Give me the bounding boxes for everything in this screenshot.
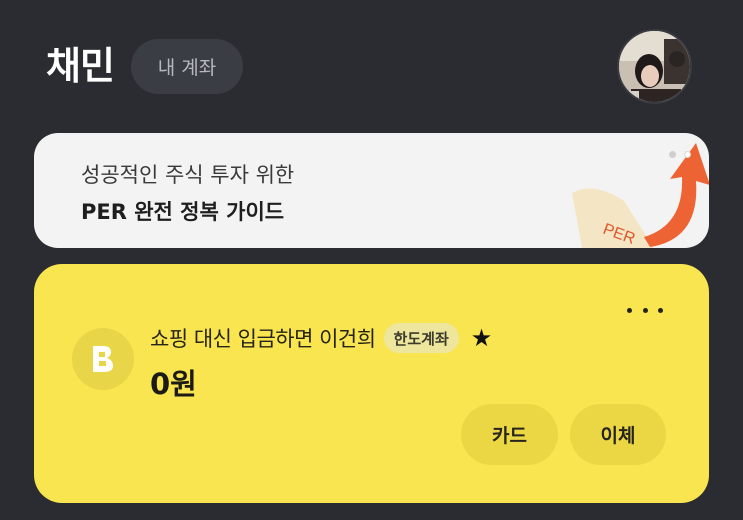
banner-subtitle: 성공적인 주식 투자 위한 [81, 163, 295, 187]
bank-logo-glyph [93, 346, 113, 372]
promo-banner[interactable]: 성공적인 주식 투자 위한 PER 완전 정복 가이드 PER [34, 133, 709, 248]
account-balance: 0원 [150, 367, 197, 401]
header: 채민 내 계좌 [0, 0, 743, 120]
bank-b-icon [72, 328, 134, 390]
more-options-icon[interactable] [627, 298, 663, 322]
account-card[interactable]: 쇼핑 대신 입금하면 이건희 한도계좌 ★ 0원 카드 이체 [34, 264, 709, 503]
star-icon[interactable]: ★ [471, 326, 493, 350]
profile-photo-icon [619, 31, 690, 102]
avatar[interactable] [617, 29, 692, 104]
user-name: 채민 [46, 44, 115, 88]
app-screen: 채민 내 계좌 성공적인 주식 투자 위한 PER 완전 정복 가이드 PER [0, 0, 743, 520]
my-account-button[interactable]: 내 계좌 [131, 39, 243, 94]
account-title-row: 쇼핑 대신 입금하면 이건희 한도계좌 ★ [150, 321, 492, 355]
banner-title: PER 완전 정복 가이드 [81, 200, 285, 224]
account-limit-badge: 한도계좌 [383, 323, 459, 353]
card-button[interactable]: 카드 [461, 404, 558, 465]
pagination-dot [669, 151, 676, 158]
transfer-button[interactable]: 이체 [570, 404, 666, 465]
pagination-dot-active [684, 151, 691, 158]
banner-pagination [669, 151, 691, 158]
account-name: 쇼핑 대신 입금하면 이건희 [150, 327, 376, 351]
